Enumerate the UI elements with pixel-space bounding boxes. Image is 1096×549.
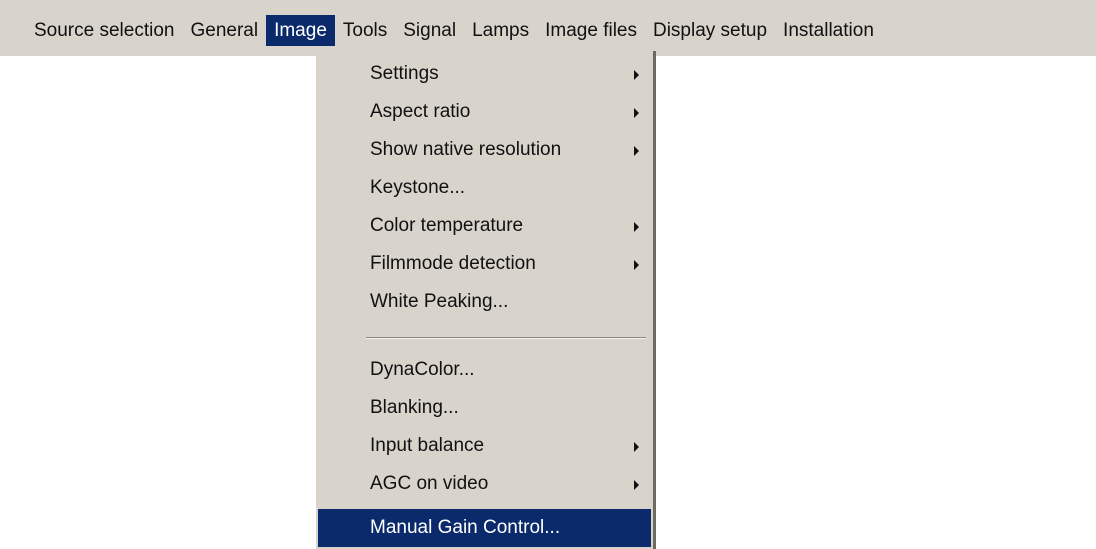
submenu-arrow-icon bbox=[634, 70, 639, 80]
menu-tools[interactable]: Tools bbox=[335, 15, 395, 46]
menu-item-label: Manual Gain Control... bbox=[370, 517, 561, 538]
menu-general[interactable]: General bbox=[182, 15, 266, 46]
menu-item-label: Keystone... bbox=[370, 177, 466, 198]
menu-item-label: Show native resolution bbox=[370, 139, 562, 160]
menu-item-blanking[interactable]: Blanking... bbox=[318, 389, 651, 427]
menu-item-show-native-resolution[interactable]: Show native resolution bbox=[318, 131, 651, 169]
menu-item-label: Input balance bbox=[370, 435, 485, 456]
menu-image-files[interactable]: Image files bbox=[537, 15, 645, 46]
menu-item-agc-on-video[interactable]: AGC on video bbox=[318, 465, 651, 503]
menu-source-selection[interactable]: Source selection bbox=[26, 15, 182, 46]
submenu-arrow-icon bbox=[634, 260, 639, 270]
menu-item-label: AGC on video bbox=[370, 473, 489, 494]
submenu-arrow-icon bbox=[634, 480, 639, 490]
menu-item-aspect-ratio[interactable]: Aspect ratio bbox=[318, 93, 651, 131]
menu-item-settings[interactable]: Settings bbox=[318, 55, 651, 93]
menu-signal[interactable]: Signal bbox=[395, 15, 464, 46]
menu-item-filmmode-detection[interactable]: Filmmode detection bbox=[318, 245, 651, 283]
menu-item-color-temperature[interactable]: Color temperature bbox=[318, 207, 651, 245]
menu-item-label: Aspect ratio bbox=[370, 101, 471, 122]
menu-item-label: Settings bbox=[370, 63, 439, 84]
menu-item-label: Blanking... bbox=[370, 397, 459, 418]
menu-item-label: Color temperature bbox=[370, 215, 524, 236]
menu-separator bbox=[366, 337, 646, 339]
submenu-arrow-icon bbox=[634, 442, 639, 452]
menu-item-keystone[interactable]: Keystone... bbox=[318, 169, 651, 207]
submenu-arrow-icon bbox=[634, 108, 639, 118]
menu-item-manual-gain-control[interactable]: Manual Gain Control... bbox=[318, 509, 651, 547]
menu-lamps[interactable]: Lamps bbox=[464, 15, 537, 46]
submenu-arrow-icon bbox=[634, 146, 639, 156]
menu-image[interactable]: Image bbox=[266, 15, 335, 46]
menu-item-label: White Peaking... bbox=[370, 291, 509, 312]
menu-item-input-balance[interactable]: Input balance bbox=[318, 427, 651, 465]
menu-item-label: Filmmode detection bbox=[370, 253, 536, 274]
image-dropdown-menu: Settings Aspect ratio Show native resolu… bbox=[316, 51, 656, 549]
submenu-arrow-icon bbox=[634, 222, 639, 232]
menu-item-label: DynaColor... bbox=[370, 359, 475, 380]
menu-bar: Source selection General Image Tools Sig… bbox=[0, 0, 1096, 56]
menu-installation[interactable]: Installation bbox=[775, 15, 882, 46]
menu-item-dynacolor[interactable]: DynaColor... bbox=[318, 351, 651, 389]
menu-display-setup[interactable]: Display setup bbox=[645, 15, 775, 46]
menu-item-white-peaking[interactable]: White Peaking... bbox=[318, 283, 651, 321]
